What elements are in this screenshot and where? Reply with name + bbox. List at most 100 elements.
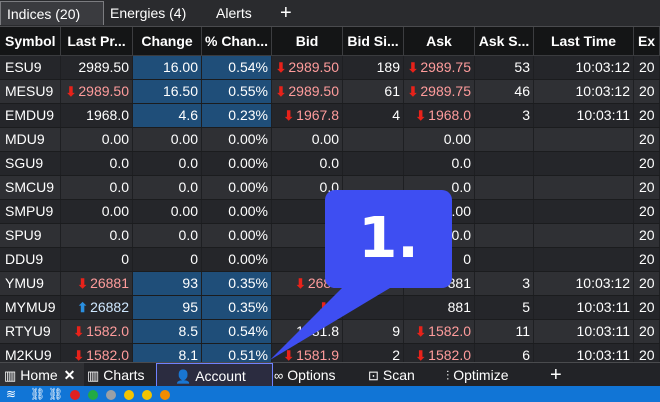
down-arrow-icon: ⬇ [407, 84, 419, 99]
bottom-tab-scan[interactable]: ⊡ Scan [368, 363, 438, 387]
bottom-tab-label: Charts [103, 367, 145, 383]
column-header[interactable]: Change [133, 27, 202, 55]
table-row[interactable]: MDU9 0.00 0.00 0.00% 0.00 0.00 20 [0, 128, 660, 151]
column-header[interactable]: Ex [634, 27, 660, 55]
bid-cell: ⬇ 2989.50 [272, 56, 343, 79]
bottom-tab-home[interactable]: ▥ Home ✕ [0, 363, 84, 387]
cell-value: 2 [392, 347, 400, 362]
column-header[interactable]: Ask S... [475, 27, 534, 55]
ask-size-cell [475, 224, 534, 247]
cell-value: 20 [639, 203, 655, 219]
table-row[interactable]: RTYU9 ⬇ 1582.0 8.5 0.54% 1581.8 9 ⬇ 1582.0 11 10:0… [0, 320, 660, 343]
expiry-cell: 20 [634, 80, 660, 103]
bottom-tab-options[interactable]: ∞ Options [274, 363, 354, 387]
down-arrow-icon: ⬇ [275, 60, 287, 75]
last-time-cell: 10:03:11 [534, 296, 634, 319]
status-indicator-dot[interactable] [88, 390, 98, 400]
expiry-cell: 20 [634, 320, 660, 343]
cell-value: 0 [463, 251, 471, 267]
cell-value: 4.6 [178, 107, 198, 123]
column-header[interactable]: Symbol [0, 27, 61, 55]
table-row[interactable]: M2KU9 ⬇ 1582.0 8.1 0.51% ⬇ 1581.9 2 ⬇ 1582.0 6 10:0… [0, 344, 660, 362]
status-indicator-dot[interactable] [160, 390, 170, 400]
watchlist-tab-bar: Indices (20)✕ Energies (4) Alerts + [0, 0, 660, 46]
cell-value: EMDU9 [5, 107, 55, 123]
close-icon[interactable]: ✕ [64, 367, 76, 383]
status-indicator-dot[interactable] [142, 390, 152, 400]
column-header[interactable]: Last Pr... [61, 27, 133, 55]
bottom-tab-optimize[interactable]: ⫶ Optimize [446, 363, 530, 387]
table-row[interactable]: MYMU9 ⬆ 26882 95 0.35% ⬇ 2 881 5 10:03:11 20 [0, 296, 660, 319]
cell-value: 1968.0 [428, 107, 471, 123]
wifi-icon: ≋ [6, 387, 17, 401]
cell-value: SMCU9 [5, 179, 55, 195]
cell-value: 6 [522, 347, 530, 362]
last-time-cell [534, 128, 634, 151]
down-arrow-icon: ⬇ [318, 300, 330, 315]
bid-cell: 1581.8 [272, 320, 343, 343]
last-price-cell: 0.0 [61, 224, 133, 247]
cell-value: 0.0 [109, 227, 129, 243]
cell-value: 20 [639, 251, 655, 267]
table-row[interactable]: EMDU9 1968.0 4.6 0.23% ⬇ 1967.8 4 ⬇ 1968.0 3 10:03… [0, 104, 660, 127]
percent-change-cell: 0.00% [202, 224, 272, 247]
symbol-cell: SMPU9 [0, 200, 61, 223]
down-arrow-icon: ⬇ [415, 324, 427, 339]
bid-cell: ⬇ 2 [272, 296, 343, 319]
table-row[interactable]: SGU9 0.0 0.0 0.00% 0.0 0.0 20 [0, 152, 660, 175]
column-header[interactable]: Last Time [534, 27, 634, 55]
last-time-cell: 10:03:12 [534, 56, 634, 79]
add-tab-button[interactable]: + [280, 1, 292, 25]
cell-value: 0.00 [311, 131, 339, 147]
bottom-tab-charts[interactable]: ▥ Charts [87, 363, 153, 387]
ask-size-cell: 5 [475, 296, 534, 319]
last-price-cell: ⬇ 26881 [61, 272, 133, 295]
tab-energies[interactable]: Energies (4) [104, 1, 204, 25]
link-icon: ⛓ [30, 387, 46, 401]
cell-value: 0.0 [319, 155, 339, 171]
change-cell: 0.0 [133, 176, 202, 199]
bar-chart-icon: ▥ [87, 368, 100, 383]
bid-size-cell [343, 128, 404, 151]
step-callout-label: 1. [358, 206, 419, 271]
cell-value: 0.00% [228, 131, 268, 147]
last-price-cell: 2989.50 [61, 56, 133, 79]
bid-cell: ⬇ 1967.8 [272, 104, 343, 127]
change-cell: 0 [133, 248, 202, 271]
add-bottom-tab-button[interactable]: + [550, 363, 570, 387]
cell-value: 93 [182, 275, 198, 291]
status-indicator-dot[interactable] [106, 390, 116, 400]
ask-size-cell: 53 [475, 56, 534, 79]
last-price-cell: 0.00 [61, 128, 133, 151]
table-row[interactable]: MESU9 ⬇ 2989.50 16.50 0.55% ⬇ 2989.50 61 ⬇ 2989.7… [0, 80, 660, 103]
column-header[interactable]: Bid Si... [343, 27, 404, 55]
last-time-cell: 10:03:12 [534, 80, 634, 103]
change-cell: 0.0 [133, 224, 202, 247]
symbol-cell: ESU9 [0, 56, 61, 79]
bottom-tab-account[interactable]: 👤 Account [156, 363, 273, 387]
status-indicator-dot[interactable] [124, 390, 134, 400]
expiry-cell: 20 [634, 104, 660, 127]
column-header[interactable]: Bid [272, 27, 343, 55]
cell-value: 0.00% [228, 155, 268, 171]
expiry-cell: 20 [634, 56, 660, 79]
last-time-cell [534, 152, 634, 175]
change-cell: 16.50 [133, 80, 202, 103]
status-indicator-dot[interactable] [70, 390, 80, 400]
tab-label: Indices (20) [7, 6, 81, 22]
change-cell: 0.00 [133, 128, 202, 151]
column-header[interactable]: Ask [404, 27, 475, 55]
cell-value: MYMU9 [5, 299, 56, 315]
cell-value: 0.00 [443, 131, 471, 147]
cell-value: 1968.0 [86, 107, 129, 123]
column-header[interactable]: % Chan... [202, 27, 272, 55]
ask-size-cell: 6 [475, 344, 534, 362]
cell-value: MESU9 [5, 83, 54, 99]
expiry-cell: 20 [634, 224, 660, 247]
tab-indices[interactable]: Indices (20)✕ [0, 1, 104, 46]
last-price-cell: ⬇ 1582.0 [61, 320, 133, 343]
percent-change-cell: 0.00% [202, 152, 272, 175]
tab-alerts[interactable]: Alerts [210, 1, 270, 25]
bid-size-cell [343, 152, 404, 175]
table-row[interactable]: ESU9 2989.50 16.00 0.54% ⬇ 2989.50 189 ⬇ 2989.75… [0, 56, 660, 79]
